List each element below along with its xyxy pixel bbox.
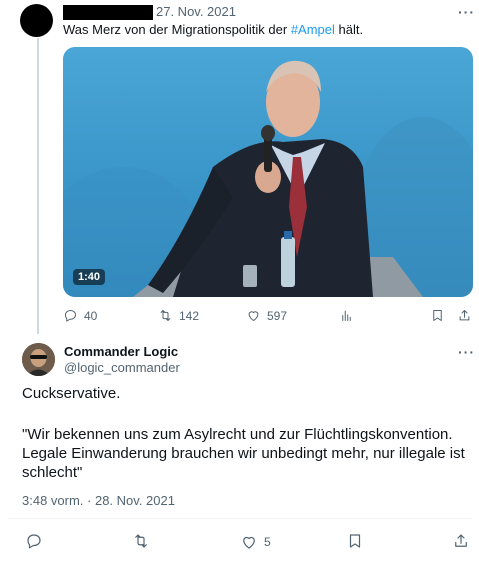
divider: [8, 518, 472, 519]
redacted-username: [63, 5, 153, 20]
main-more-button[interactable]: ···: [458, 345, 475, 359]
tweet-text-line-1: Cuckservative.: [22, 385, 121, 402]
bookmark-icon: [433, 310, 442, 321]
parent-tweet-text: Was Merz von der Migrationspolitik der #…: [63, 22, 363, 38]
main-retweet-button[interactable]: [132, 532, 150, 550]
tweet-timestamp[interactable]: 3:48 vorm. · 28. Nov. 2021: [22, 493, 175, 508]
display-name[interactable]: Commander Logic: [64, 344, 178, 359]
parent-reply-button[interactable]: 40: [63, 308, 97, 323]
video-duration: 1:40: [73, 269, 106, 285]
retweet-icon: [160, 310, 171, 321]
tweet-text-line-4: schlecht": [22, 464, 83, 481]
tweet-text-line-3: Legale Einwanderung brauchen wir unbedin…: [22, 445, 465, 462]
parent-bookmark-button[interactable]: [430, 308, 445, 323]
parent-like-button[interactable]: 597: [246, 308, 287, 323]
retweet-count: 142: [179, 308, 200, 323]
video-player[interactable]: 1:40: [63, 47, 473, 297]
views-icon: [342, 310, 351, 321]
parent-text-end: hält.: [334, 22, 364, 37]
parent-share-button[interactable]: [457, 308, 472, 323]
parent-text-start: Was Merz von der Migrationspolitik der: [63, 22, 291, 37]
like-icon: [243, 536, 255, 549]
parent-retweet-button[interactable]: 142: [158, 308, 199, 323]
like-count: 597: [267, 308, 288, 323]
reply-icon: [65, 310, 76, 322]
thread-line: [37, 38, 39, 334]
main-reply-button[interactable]: [25, 532, 43, 550]
user-handle[interactable]: @logic_commander: [64, 360, 180, 375]
parent-date[interactable]: 27. Nov. 2021: [156, 4, 236, 20]
main-like-button[interactable]: 5: [240, 533, 271, 551]
bookmark-icon: [349, 534, 361, 548]
avatar-image: [22, 343, 55, 376]
main-bookmark-button[interactable]: [346, 532, 364, 550]
reply-count: 40: [84, 308, 98, 323]
retweet-icon: [135, 534, 147, 548]
tweet-text-line-2: "Wir bekennen uns zum Asylrecht und zur …: [22, 426, 453, 443]
hashtag-link[interactable]: #Ampel: [291, 22, 335, 37]
commander-avatar[interactable]: [22, 343, 55, 376]
parent-avatar[interactable]: [20, 4, 53, 37]
like-icon: [248, 311, 259, 321]
video-frame: [63, 60, 473, 297]
parent-views-button[interactable]: [339, 308, 354, 323]
reply-icon: [27, 534, 41, 549]
share-icon: [459, 310, 470, 321]
main-share-button[interactable]: [452, 532, 470, 550]
parent-more-button[interactable]: ···: [458, 5, 475, 19]
share-icon: [455, 534, 467, 547]
main-like-count: 5: [264, 535, 271, 549]
